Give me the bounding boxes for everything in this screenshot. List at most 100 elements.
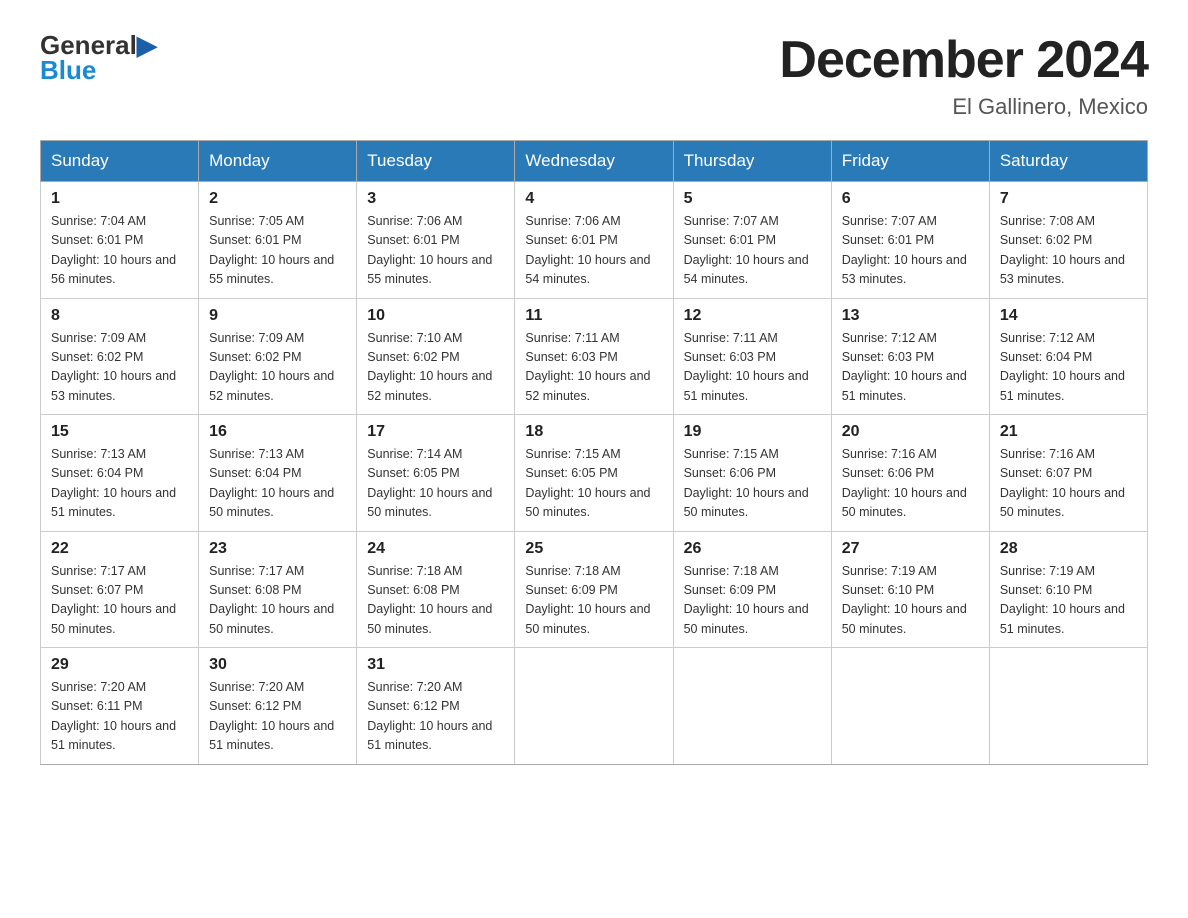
day-number: 10 [367, 307, 504, 325]
day-info: Sunrise: 7:20 AMSunset: 6:12 PMDaylight:… [367, 678, 504, 756]
day-number: 29 [51, 656, 188, 674]
day-info: Sunrise: 7:12 AMSunset: 6:03 PMDaylight:… [842, 329, 979, 407]
day-info: Sunrise: 7:06 AMSunset: 6:01 PMDaylight:… [525, 212, 662, 290]
calendar-header-tuesday: Tuesday [357, 141, 515, 182]
calendar-week-row: 15 Sunrise: 7:13 AMSunset: 6:04 PMDaylig… [41, 415, 1148, 532]
table-row: 12 Sunrise: 7:11 AMSunset: 6:03 PMDaylig… [673, 298, 831, 415]
table-row: 5 Sunrise: 7:07 AMSunset: 6:01 PMDayligh… [673, 182, 831, 299]
day-number: 4 [525, 190, 662, 208]
day-info: Sunrise: 7:15 AMSunset: 6:05 PMDaylight:… [525, 445, 662, 523]
day-info: Sunrise: 7:20 AMSunset: 6:12 PMDaylight:… [209, 678, 346, 756]
day-number: 5 [684, 190, 821, 208]
day-number: 11 [525, 307, 662, 325]
day-number: 20 [842, 423, 979, 441]
table-row: 29 Sunrise: 7:20 AMSunset: 6:11 PMDaylig… [41, 648, 199, 765]
table-row: 17 Sunrise: 7:14 AMSunset: 6:05 PMDaylig… [357, 415, 515, 532]
table-row: 26 Sunrise: 7:18 AMSunset: 6:09 PMDaylig… [673, 531, 831, 648]
table-row: 9 Sunrise: 7:09 AMSunset: 6:02 PMDayligh… [199, 298, 357, 415]
calendar-week-row: 22 Sunrise: 7:17 AMSunset: 6:07 PMDaylig… [41, 531, 1148, 648]
day-number: 25 [525, 540, 662, 558]
table-row: 1 Sunrise: 7:04 AMSunset: 6:01 PMDayligh… [41, 182, 199, 299]
day-info: Sunrise: 7:15 AMSunset: 6:06 PMDaylight:… [684, 445, 821, 523]
table-row [673, 648, 831, 765]
day-number: 21 [1000, 423, 1137, 441]
day-info: Sunrise: 7:13 AMSunset: 6:04 PMDaylight:… [209, 445, 346, 523]
location: El Gallinero, Mexico [779, 94, 1148, 120]
day-number: 23 [209, 540, 346, 558]
table-row: 11 Sunrise: 7:11 AMSunset: 6:03 PMDaylig… [515, 298, 673, 415]
day-number: 12 [684, 307, 821, 325]
calendar-week-row: 8 Sunrise: 7:09 AMSunset: 6:02 PMDayligh… [41, 298, 1148, 415]
day-info: Sunrise: 7:08 AMSunset: 6:02 PMDaylight:… [1000, 212, 1137, 290]
day-info: Sunrise: 7:05 AMSunset: 6:01 PMDaylight:… [209, 212, 346, 290]
table-row: 4 Sunrise: 7:06 AMSunset: 6:01 PMDayligh… [515, 182, 673, 299]
day-info: Sunrise: 7:07 AMSunset: 6:01 PMDaylight:… [684, 212, 821, 290]
day-info: Sunrise: 7:17 AMSunset: 6:07 PMDaylight:… [51, 562, 188, 640]
table-row: 15 Sunrise: 7:13 AMSunset: 6:04 PMDaylig… [41, 415, 199, 532]
calendar-header-friday: Friday [831, 141, 989, 182]
table-row: 28 Sunrise: 7:19 AMSunset: 6:10 PMDaylig… [989, 531, 1147, 648]
day-number: 1 [51, 190, 188, 208]
day-info: Sunrise: 7:14 AMSunset: 6:05 PMDaylight:… [367, 445, 504, 523]
calendar-header-thursday: Thursday [673, 141, 831, 182]
day-info: Sunrise: 7:11 AMSunset: 6:03 PMDaylight:… [525, 329, 662, 407]
table-row: 30 Sunrise: 7:20 AMSunset: 6:12 PMDaylig… [199, 648, 357, 765]
calendar-table: SundayMondayTuesdayWednesdayThursdayFrid… [40, 140, 1148, 765]
day-info: Sunrise: 7:04 AMSunset: 6:01 PMDaylight:… [51, 212, 188, 290]
table-row: 10 Sunrise: 7:10 AMSunset: 6:02 PMDaylig… [357, 298, 515, 415]
day-number: 16 [209, 423, 346, 441]
day-info: Sunrise: 7:10 AMSunset: 6:02 PMDaylight:… [367, 329, 504, 407]
day-number: 26 [684, 540, 821, 558]
calendar-header-row: SundayMondayTuesdayWednesdayThursdayFrid… [41, 141, 1148, 182]
day-info: Sunrise: 7:07 AMSunset: 6:01 PMDaylight:… [842, 212, 979, 290]
day-number: 3 [367, 190, 504, 208]
day-number: 22 [51, 540, 188, 558]
table-row: 20 Sunrise: 7:16 AMSunset: 6:06 PMDaylig… [831, 415, 989, 532]
table-row: 24 Sunrise: 7:18 AMSunset: 6:08 PMDaylig… [357, 531, 515, 648]
table-row: 3 Sunrise: 7:06 AMSunset: 6:01 PMDayligh… [357, 182, 515, 299]
table-row: 27 Sunrise: 7:19 AMSunset: 6:10 PMDaylig… [831, 531, 989, 648]
table-row: 2 Sunrise: 7:05 AMSunset: 6:01 PMDayligh… [199, 182, 357, 299]
day-info: Sunrise: 7:16 AMSunset: 6:07 PMDaylight:… [1000, 445, 1137, 523]
table-row: 18 Sunrise: 7:15 AMSunset: 6:05 PMDaylig… [515, 415, 673, 532]
logo-blue-text: Blue [40, 55, 96, 86]
calendar-header-wednesday: Wednesday [515, 141, 673, 182]
day-info: Sunrise: 7:17 AMSunset: 6:08 PMDaylight:… [209, 562, 346, 640]
table-row [515, 648, 673, 765]
day-number: 30 [209, 656, 346, 674]
day-info: Sunrise: 7:09 AMSunset: 6:02 PMDaylight:… [209, 329, 346, 407]
day-number: 18 [525, 423, 662, 441]
table-row: 8 Sunrise: 7:09 AMSunset: 6:02 PMDayligh… [41, 298, 199, 415]
month-title: December 2024 [779, 30, 1148, 90]
day-number: 13 [842, 307, 979, 325]
calendar-week-row: 1 Sunrise: 7:04 AMSunset: 6:01 PMDayligh… [41, 182, 1148, 299]
day-info: Sunrise: 7:19 AMSunset: 6:10 PMDaylight:… [1000, 562, 1137, 640]
table-row: 7 Sunrise: 7:08 AMSunset: 6:02 PMDayligh… [989, 182, 1147, 299]
day-info: Sunrise: 7:06 AMSunset: 6:01 PMDaylight:… [367, 212, 504, 290]
day-number: 9 [209, 307, 346, 325]
day-number: 15 [51, 423, 188, 441]
table-row: 22 Sunrise: 7:17 AMSunset: 6:07 PMDaylig… [41, 531, 199, 648]
day-info: Sunrise: 7:11 AMSunset: 6:03 PMDaylight:… [684, 329, 821, 407]
day-number: 7 [1000, 190, 1137, 208]
calendar-header-saturday: Saturday [989, 141, 1147, 182]
table-row [831, 648, 989, 765]
calendar-header-monday: Monday [199, 141, 357, 182]
day-number: 27 [842, 540, 979, 558]
title-section: December 2024 El Gallinero, Mexico [779, 30, 1148, 120]
day-number: 6 [842, 190, 979, 208]
day-number: 17 [367, 423, 504, 441]
day-number: 8 [51, 307, 188, 325]
calendar-week-row: 29 Sunrise: 7:20 AMSunset: 6:11 PMDaylig… [41, 648, 1148, 765]
table-row: 16 Sunrise: 7:13 AMSunset: 6:04 PMDaylig… [199, 415, 357, 532]
table-row: 13 Sunrise: 7:12 AMSunset: 6:03 PMDaylig… [831, 298, 989, 415]
day-number: 31 [367, 656, 504, 674]
calendar-header-sunday: Sunday [41, 141, 199, 182]
day-number: 28 [1000, 540, 1137, 558]
day-info: Sunrise: 7:18 AMSunset: 6:09 PMDaylight:… [525, 562, 662, 640]
day-info: Sunrise: 7:19 AMSunset: 6:10 PMDaylight:… [842, 562, 979, 640]
day-info: Sunrise: 7:12 AMSunset: 6:04 PMDaylight:… [1000, 329, 1137, 407]
day-info: Sunrise: 7:13 AMSunset: 6:04 PMDaylight:… [51, 445, 188, 523]
day-info: Sunrise: 7:18 AMSunset: 6:09 PMDaylight:… [684, 562, 821, 640]
table-row [989, 648, 1147, 765]
